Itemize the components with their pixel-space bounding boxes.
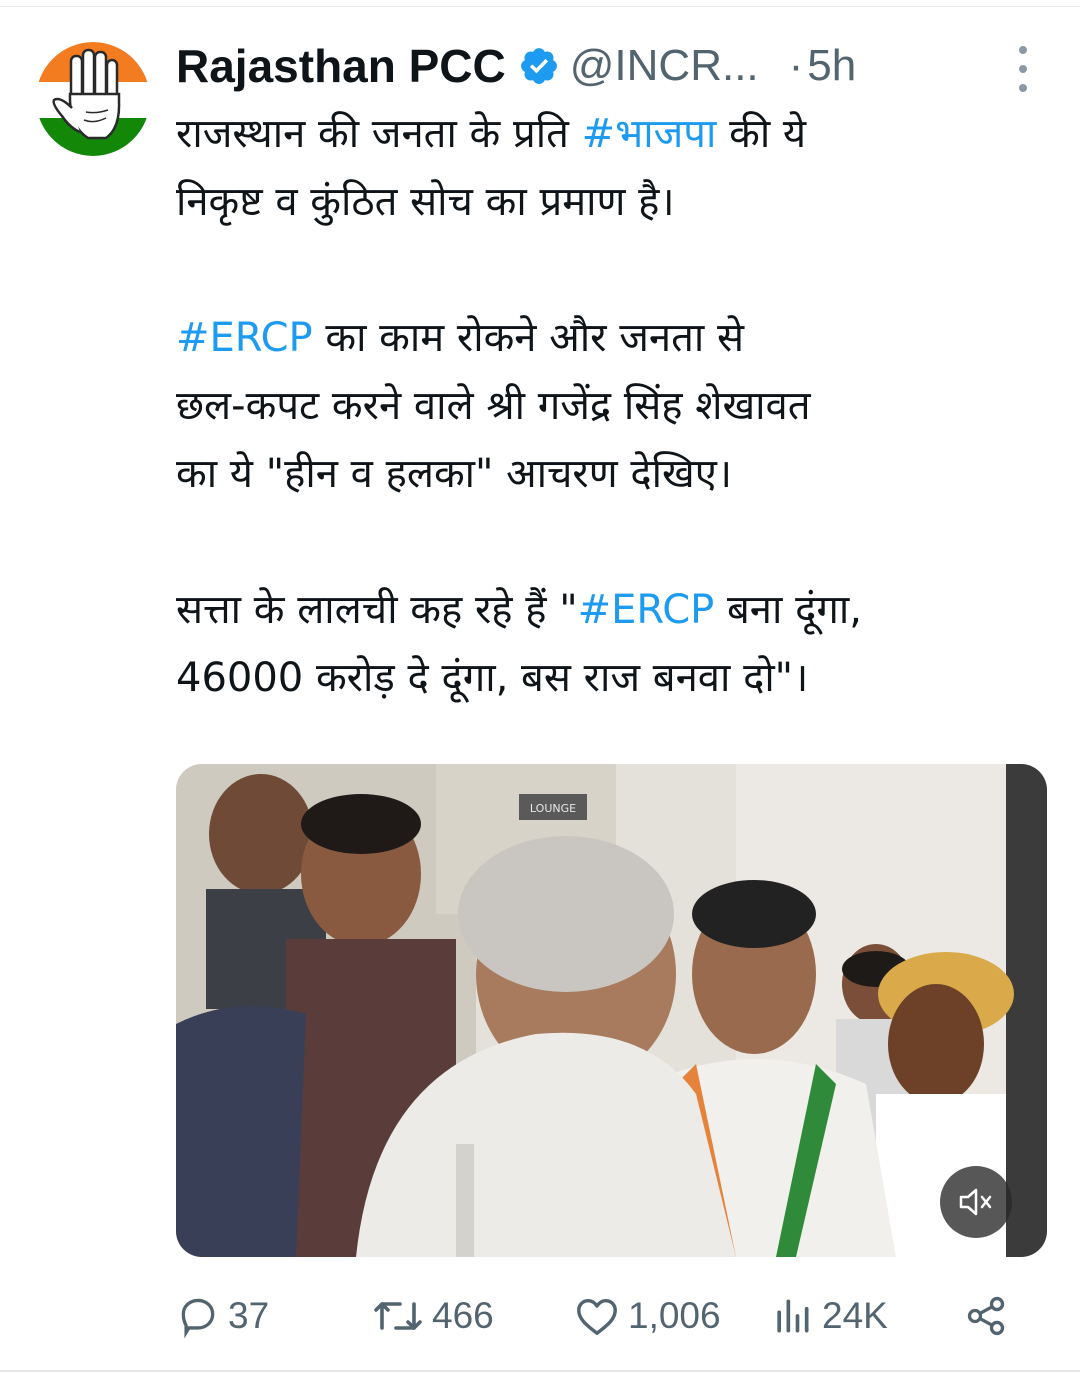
avatar[interactable]: [36, 42, 150, 156]
lounge-sign: LOUNGE: [530, 802, 576, 815]
hashtag-link[interactable]: #भाजपा: [582, 111, 717, 157]
text-segment: का काम रोकने और जनता से: [312, 315, 745, 361]
like-button[interactable]: 1,006: [574, 1286, 721, 1346]
text-segment: राजस्थान की जनता के प्रति: [176, 111, 582, 157]
reply-icon: [181, 1298, 215, 1338]
repost-button[interactable]: 466: [372, 1286, 494, 1346]
repost-count: 466: [432, 1295, 494, 1336]
view-count: 24K: [822, 1295, 888, 1336]
share-icon: [967, 1296, 1005, 1336]
congress-hand-logo: [36, 42, 150, 156]
reply-button[interactable]: 37: [176, 1286, 269, 1346]
display-name[interactable]: Rajasthan PCC: [176, 39, 506, 93]
mute-toggle-button[interactable]: [940, 1166, 1012, 1238]
video-frame: LOUNGE: [176, 764, 1047, 1257]
speaker-muted-icon: [959, 1188, 992, 1216]
text-line: छल-कपट करने वाले श्री गजेंद्र सिंह शेखाव…: [176, 383, 811, 429]
top-divider: [0, 6, 1080, 7]
separator-dot: ·: [788, 41, 804, 90]
timestamp[interactable]: 5h: [807, 41, 856, 91]
heart-icon: [577, 1298, 617, 1335]
more-options-icon[interactable]: [1006, 46, 1040, 92]
bar-chart-icon: [777, 1299, 809, 1333]
handle[interactable]: @INCR...: [570, 41, 759, 91]
reply-count: 37: [228, 1295, 270, 1336]
verified-badge-icon: [518, 45, 560, 87]
text-line: का ये "हीन व हलका" आचरण देखिए।: [176, 451, 733, 497]
tweet-text: राजस्थान की जनता के प्रति #भाजपा की ये न…: [176, 100, 1046, 712]
bottom-divider: [0, 1370, 1080, 1372]
text-segment: बना दूंगा,: [714, 587, 862, 633]
text-segment: की ये: [716, 111, 807, 157]
share-button[interactable]: [964, 1286, 1016, 1346]
hashtag-link[interactable]: #ERCP: [578, 587, 715, 633]
tweet-header: Rajasthan PCC @INCR... · 5h: [176, 36, 1056, 96]
text-line: निकृष्ट व कुंठित सोच का प्रमाण है।: [176, 179, 675, 225]
repost-icon: [374, 1302, 422, 1330]
hashtag-link[interactable]: #ERCP: [176, 315, 313, 361]
video-player[interactable]: LOUNGE: [176, 764, 1047, 1257]
text-line: 46000 करोड़ दे दूंगा, बस राज बनवा दो"।: [176, 655, 809, 701]
like-count: 1,006: [628, 1295, 721, 1336]
text-segment: सत्ता के लालची कह रहे हैं ": [176, 587, 578, 633]
views-button[interactable]: 24K: [770, 1286, 888, 1346]
action-bar: 37 466 1,006 24K: [176, 1286, 1036, 1346]
